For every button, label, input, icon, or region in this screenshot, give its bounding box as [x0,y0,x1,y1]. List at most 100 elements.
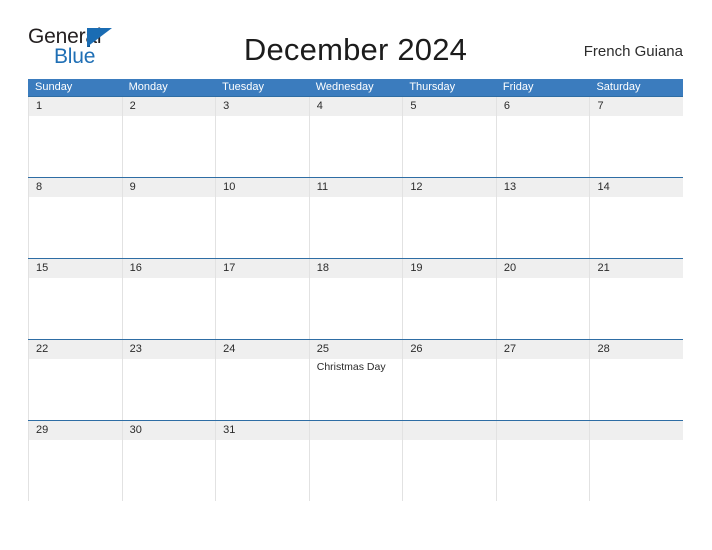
day-number: 11 [316,181,329,193]
day-number: 1 [36,100,43,112]
day-cell-empty[interactable] [402,421,496,501]
day-number: 19 [410,262,423,274]
day-cell[interactable]: 8 [28,178,122,258]
day-number: 30 [129,424,142,436]
day-cell[interactable]: 7 [589,97,684,177]
day-cell[interactable]: 31 [215,421,309,501]
day-cell-empty[interactable] [589,421,684,501]
day-cell[interactable]: 18 [308,259,403,339]
day-number: 8 [36,181,43,193]
day-event-list: Christmas Day [317,360,400,374]
weekday-header-tuesday: Tuesday [222,81,264,93]
day-cell[interactable]: 16 [121,259,216,339]
day-number-band [122,178,216,197]
day-number-band [309,97,403,116]
day-number: 26 [410,343,423,355]
calendar-grid: Sunday Monday Tuesday Wednesday Thursday Frid… [28,79,684,501]
day-cell[interactable]: 4 [308,97,403,177]
day-number: 5 [410,100,417,112]
day-number: 18 [316,262,329,274]
day-cell[interactable]: 27 [495,340,590,420]
day-cell[interactable]: 11 [308,178,403,258]
weekday-header-sunday: Sunday [35,81,73,93]
day-number: 6 [503,100,511,112]
day-cell-empty[interactable] [495,421,590,501]
day-number: 24 [223,343,236,355]
weekday-header-saturday: Saturday [596,81,641,93]
day-cell[interactable]: 28 [589,340,684,420]
calendar-week-row: 22 23 24 25 Christmas Day 26 27 28 [28,339,684,420]
day-number-band [590,97,684,116]
day-number-band [403,421,496,440]
day-cell-empty[interactable] [308,421,403,501]
weekday-header-wednesday: Wednesday [315,81,374,93]
day-number: 12 [410,181,423,193]
day-number-band [216,97,309,116]
day-cell[interactable]: 30 [121,421,216,501]
calendar-week-row: 29 30 31 [28,420,684,501]
day-cell[interactable]: 22 [28,340,122,420]
day-number: 7 [597,100,604,112]
page-header: General Blue December 2024 French Guiana [28,22,683,72]
week-cells: 29 30 31 [28,421,684,501]
day-cell[interactable]: 26 [402,340,496,420]
day-cell[interactable]: 6 [495,97,590,177]
weekday-header-monday: Monday [128,81,168,93]
week-cells: 8 9 10 11 12 13 14 [28,178,684,258]
calendar-body: 1 2 3 4 5 6 7 8 9 10 11 12 13 14 15 16 17 18 19 20 21 22 23 24 2… [28,96,684,501]
day-cell[interactable]: 20 [495,259,590,339]
day-cell[interactable]: 14 [589,178,684,258]
day-cell[interactable]: 23 [121,340,216,420]
day-number-band [29,97,122,116]
day-number-band [590,421,684,440]
day-number: 27 [503,343,517,355]
day-number: 31 [223,424,236,436]
day-number-band [403,97,496,116]
day-number: 29 [36,424,49,436]
calendar-page: General Blue December 2024 French Guiana… [0,0,712,550]
calendar-week-row: 1 2 3 4 5 6 7 [28,96,684,177]
day-cell[interactable]: 9 [121,178,216,258]
day-number: 21 [597,262,610,274]
day-cell[interactable]: 25 Christmas Day [308,340,403,420]
day-cell[interactable]: 12 [402,178,496,258]
day-cell[interactable]: 5 [402,97,496,177]
day-event: Christmas Day [316,361,386,373]
calendar-week-row: 15 16 17 18 19 20 21 [28,258,684,339]
day-number-band [29,178,122,197]
day-cell[interactable]: 29 [28,421,122,501]
day-number: 2 [129,100,136,112]
weekday-header-friday: Friday [502,81,534,93]
day-number-band [122,97,216,116]
day-cell[interactable]: 2 [121,97,216,177]
day-number: 15 [36,262,49,274]
week-cells: 1 2 3 4 5 6 7 [28,97,684,177]
day-number: 13 [503,181,517,193]
day-cell[interactable]: 21 [589,259,684,339]
day-number: 3 [223,100,230,112]
day-cell[interactable]: 3 [215,97,309,177]
week-cells: 22 23 24 25 Christmas Day 26 27 28 [28,340,684,420]
day-cell[interactable]: 24 [215,340,309,420]
day-cell[interactable]: 17 [215,259,309,339]
day-number: 28 [597,343,610,355]
day-number: 10 [223,181,236,193]
day-number-band [496,97,590,116]
calendar-week-row: 8 9 10 11 12 13 14 [28,177,684,258]
day-number: 23 [129,343,142,355]
day-cell[interactable]: 13 [495,178,590,258]
weekday-header-thursday: Thursday [409,81,456,93]
week-cells: 15 16 17 18 19 20 21 [28,259,684,339]
day-cell[interactable]: 15 [28,259,122,339]
day-number-band [309,421,403,440]
weekday-header-row: Sunday Monday Tuesday Wednesday Thursday Frid… [28,79,683,96]
day-number: 25 [316,343,329,355]
day-cell[interactable]: 19 [402,259,496,339]
day-cell[interactable]: 1 [28,97,122,177]
day-number-band [496,421,590,440]
day-number: 4 [316,100,323,112]
day-number: 16 [129,262,142,274]
day-cell[interactable]: 10 [215,178,309,258]
day-number: 17 [223,262,236,274]
day-number: 22 [36,343,49,355]
